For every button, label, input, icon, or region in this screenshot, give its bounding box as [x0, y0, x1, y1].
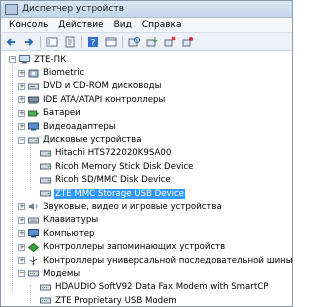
- tree-category-label: IDE ATA/ATAPI контроллеры: [43, 94, 166, 105]
- help-icon[interactable]: ?: [86, 35, 100, 49]
- modem-icon: [28, 269, 39, 278]
- collapse-icon[interactable]: −: [18, 136, 25, 144]
- disable-icon[interactable]: [181, 35, 195, 49]
- expand-icon[interactable]: +: [18, 203, 25, 211]
- sound-icon: [28, 202, 39, 211]
- display-adapter-icon: [28, 122, 39, 131]
- tree-root-label: ZTE-ПК: [34, 54, 67, 65]
- tree-device-label: ZTE MMC Storage USB Device: [54, 188, 185, 199]
- tree-device-label: Ricoh SD/MMC Disk Device: [55, 175, 171, 186]
- menu-bar: Консоль Действие Вид Справка: [1, 18, 292, 33]
- expand-icon[interactable]: +: [18, 69, 25, 77]
- ide-controller-icon: [28, 95, 39, 105]
- expand-icon[interactable]: +: [18, 123, 25, 131]
- tree-category-keyboard[interactable]: + Клавиатуры: [1, 214, 292, 227]
- update-driver-icon[interactable]: [145, 35, 159, 49]
- disk-drive-icon: [40, 149, 51, 158]
- toolbar-separator: [122, 35, 123, 48]
- expand-icon[interactable]: +: [18, 109, 25, 117]
- collapse-icon[interactable]: −: [18, 270, 25, 278]
- collapse-icon[interactable]: −: [9, 56, 16, 64]
- menu-help[interactable]: Справка: [137, 19, 187, 32]
- back-icon[interactable]: [4, 35, 18, 49]
- menu-action[interactable]: Действие: [53, 19, 108, 32]
- tree-category-sound[interactable]: + Звуковые, видео и игровые устройства: [1, 200, 292, 213]
- expand-icon[interactable]: +: [18, 243, 25, 251]
- device-tree: − ZTE-ПК + Biometric + DVD и CD-ROM диск…: [1, 52, 292, 306]
- device-manager-icon: [5, 3, 18, 15]
- tree-device-label: Hitachi HTS722020K9SA00: [55, 148, 172, 159]
- tree-category-label: Видеоадаптеры: [43, 121, 116, 132]
- battery-icon: [28, 109, 39, 118]
- tree-category-label: Клавиатуры: [43, 215, 99, 226]
- expand-icon[interactable]: +: [18, 82, 25, 90]
- tree-category-modems[interactable]: − Модемы: [1, 267, 292, 280]
- tree-category-dvd[interactable]: + DVD и CD-ROM дисководы: [1, 80, 292, 93]
- forward-icon[interactable]: [22, 35, 36, 49]
- title-bar[interactable]: Диспетчер устройств: [1, 1, 292, 18]
- tree-category-label: Компьютер: [43, 228, 95, 239]
- show-hide-tree-icon[interactable]: [45, 35, 59, 49]
- disk-drive-icon: [40, 176, 51, 185]
- tree-device-hitachi[interactable]: Hitachi HTS722020K9SA00: [1, 147, 292, 160]
- disk-drive-icon: [40, 189, 51, 198]
- expand-icon[interactable]: +: [18, 216, 25, 224]
- tree-category-usb[interactable]: + Контроллеры универсальной последовател…: [1, 254, 292, 267]
- modem-icon: [40, 296, 51, 305]
- tree-category-disk-drives[interactable]: − Дисковые устройства: [1, 133, 292, 146]
- disk-drive-icon: [28, 136, 39, 145]
- toolbar: ?: [1, 33, 292, 51]
- tree-device-hdaudio-modem[interactable]: HDAUDIO SoftV92 Data Fax Modem with Smar…: [1, 281, 292, 294]
- expand-icon[interactable]: +: [18, 96, 25, 104]
- tree-root[interactable]: − ZTE-ПК: [1, 53, 292, 66]
- tree-device-zte-modem[interactable]: ZTE Proprietary USB Modem: [1, 294, 292, 306]
- uninstall-icon[interactable]: [163, 35, 177, 49]
- properties-icon[interactable]: [63, 35, 77, 49]
- tree-category-label: Звуковые, видео и игровые устройства: [43, 201, 222, 212]
- tree-category-label: DVD и CD-ROM дисководы: [43, 81, 162, 92]
- tree-device-zte-mmc[interactable]: ZTE MMC Storage USB Device: [1, 187, 292, 200]
- expand-icon[interactable]: +: [18, 230, 25, 238]
- disk-drive-icon: [40, 162, 51, 171]
- menu-view[interactable]: Вид: [109, 19, 137, 32]
- tree-category-storage-controllers[interactable]: + Контроллеры запоминающих устройств: [1, 240, 292, 253]
- biometric-icon: [28, 69, 39, 78]
- keyboard-icon: [28, 216, 39, 225]
- tree-device-ricoh-ms[interactable]: Ricoh Memory Stick Disk Device: [1, 160, 292, 173]
- scan-hardware-icon[interactable]: [127, 35, 141, 49]
- toolbar-separator: [40, 35, 41, 48]
- computer-icon: [19, 55, 30, 64]
- storage-controller-icon: [28, 242, 39, 252]
- device-manager-window: Диспетчер устройств Консоль Действие Вид…: [0, 0, 293, 307]
- computer-icon: [28, 229, 39, 238]
- tree-category-ide[interactable]: + IDE ATA/ATAPI контроллеры: [1, 93, 292, 106]
- modem-icon: [40, 283, 51, 292]
- menu-console[interactable]: Консоль: [4, 19, 53, 32]
- tree-category-biometric[interactable]: + Biometric: [1, 66, 292, 79]
- view-icon[interactable]: [104, 35, 118, 49]
- dvd-icon: [28, 82, 39, 91]
- tree-category-label: Модемы: [43, 268, 81, 279]
- usb-icon: [28, 256, 39, 266]
- tree-category-label: Контроллеры запоминающих устройств: [43, 242, 226, 253]
- tree-category-computer[interactable]: + Компьютер: [1, 227, 292, 240]
- tree-device-label: ZTE Proprietary USB Modem: [55, 295, 177, 306]
- tree-category-label: Контроллеры универсальной последовательн…: [43, 255, 293, 266]
- tree-category-label: Biometric: [43, 68, 85, 79]
- tree-category-label: Батареи: [43, 108, 81, 119]
- tree-category-display[interactable]: + Видеоадаптеры: [1, 120, 292, 133]
- expand-icon[interactable]: +: [18, 257, 25, 265]
- toolbar-separator: [81, 35, 82, 48]
- svg-text:?: ?: [91, 38, 96, 48]
- tree-category-label: Дисковые устройства: [43, 135, 142, 146]
- tree-category-battery[interactable]: + Батареи: [1, 107, 292, 120]
- window-title: Диспетчер устройств: [22, 4, 125, 14]
- tree-device-label: HDAUDIO SoftV92 Data Fax Modem with Smar…: [55, 282, 269, 293]
- tree-device-ricoh-sd[interactable]: Ricoh SD/MMC Disk Device: [1, 174, 292, 187]
- tree-device-label: Ricoh Memory Stick Disk Device: [55, 161, 194, 172]
